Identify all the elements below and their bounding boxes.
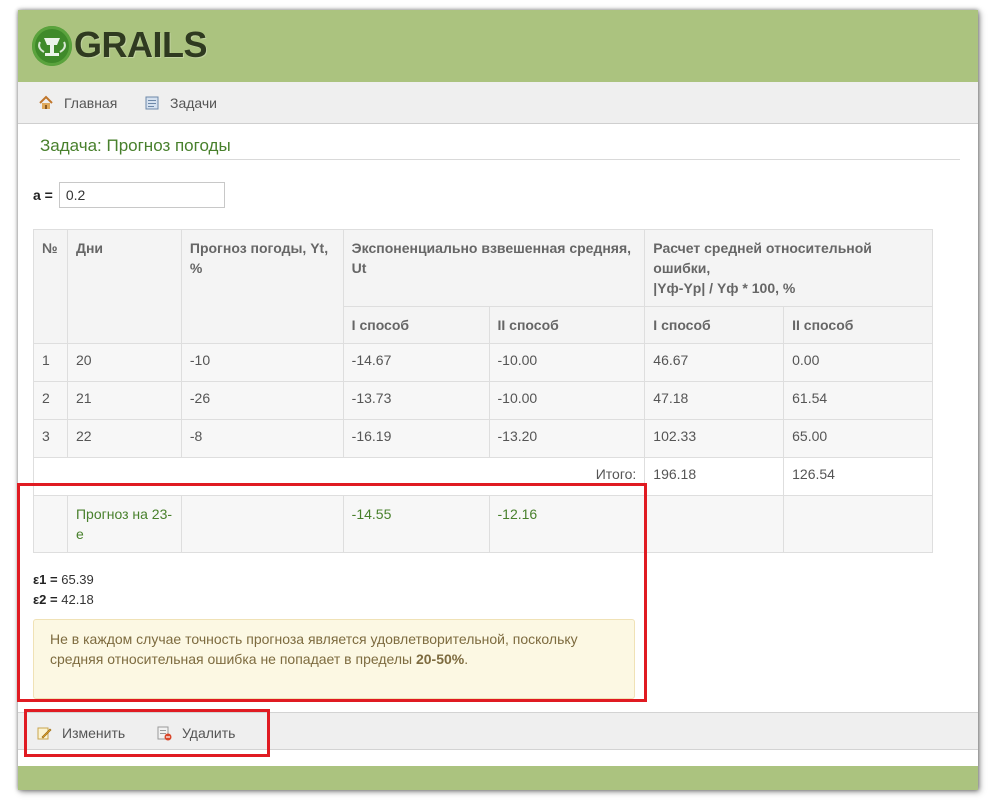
delete-label: Удалить — [182, 725, 236, 741]
cell-yt: -26 — [180, 381, 344, 420]
cell-u1: -13.73 — [342, 381, 490, 420]
nav-tasks-label: Задачи — [170, 95, 218, 111]
cell-empty — [33, 495, 68, 553]
header-days: Дни — [66, 229, 182, 344]
alpha-label: a = — [33, 187, 53, 203]
cell-e1: 47.18 — [644, 381, 785, 420]
list-icon — [144, 95, 160, 111]
cell-num: 3 — [33, 419, 68, 458]
cell-e1: 102.33 — [644, 419, 785, 458]
forecast-table: № Дни Прогноз погоды, Yt, % Экспоненциал… — [32, 229, 933, 553]
cell-day: 22 — [66, 419, 182, 458]
cell-e1: 46.67 — [644, 343, 785, 382]
delete-button[interactable]: Удалить — [156, 725, 235, 741]
nav-tasks[interactable]: Задачи — [144, 94, 217, 112]
cell-u1: -14.67 — [342, 343, 490, 382]
table-row: 2 21 -26 -13.73 -10.00 47.18 61.54 — [33, 381, 933, 420]
table-row: 3 22 -8 -16.19 -13.20 102.33 65.00 — [33, 419, 933, 458]
cell-u2: -10.00 — [488, 343, 646, 382]
header-forecast: Прогноз погоды, Yt, % — [180, 229, 344, 344]
header-ewma: Экспоненциально взвешенная средняя, Ut — [342, 229, 646, 307]
cell-empty — [783, 495, 933, 553]
nav-home[interactable]: Главная — [38, 94, 117, 112]
cell-u2: -13.20 — [488, 419, 646, 458]
cell-empty — [180, 495, 344, 553]
cell-yt: -8 — [180, 419, 344, 458]
total-row: Итого: 196.18 126.54 — [32, 457, 933, 496]
app-window: GRAILS Главная Задачи Задача: Прогноз по… — [18, 10, 978, 790]
header-error-method1: I способ — [644, 306, 785, 344]
total-label: Итого: — [32, 457, 646, 496]
epsilon-1: ε1 = 65.39 — [33, 570, 94, 590]
cell-e2: 61.54 — [783, 381, 933, 420]
total-e1: 196.18 — [644, 457, 785, 496]
cell-e2: 65.00 — [783, 419, 933, 458]
header-error: Расчет средней относительной ошибки, |Yф… — [644, 229, 933, 307]
epsilon-1-value: 65.39 — [61, 572, 94, 587]
cell-num: 2 — [33, 381, 68, 420]
forecast-label: Прогноз на 23-е — [66, 495, 182, 553]
accuracy-alert: Не в каждом случае точность прогноза явл… — [33, 619, 635, 699]
forecast-u1: -14.55 — [342, 495, 490, 553]
header-ewma-method1: I способ — [342, 306, 490, 344]
epsilon-1-label: ε1 = — [33, 572, 58, 587]
header-error-method2: II способ — [783, 306, 933, 344]
header: GRAILS — [18, 10, 978, 82]
alert-end: . — [464, 651, 469, 667]
table-row: 1 20 -10 -14.67 -10.00 46.67 0.00 — [33, 343, 933, 382]
cell-yt: -10 — [180, 343, 344, 382]
cell-e2: 0.00 — [783, 343, 933, 382]
cell-u2: -10.00 — [488, 381, 646, 420]
delete-icon — [156, 725, 172, 741]
epsilon-2: ε2 = 42.18 — [33, 590, 94, 610]
cell-empty — [644, 495, 785, 553]
header-error-line1: Расчет средней относительной ошибки, — [653, 240, 872, 276]
cell-num: 1 — [33, 343, 68, 382]
alert-text: Не в каждом случае точность прогноза явл… — [50, 631, 578, 667]
logo-text[interactable]: GRAILS — [74, 24, 208, 66]
home-icon — [38, 95, 54, 111]
alert-range: 20-50% — [415, 651, 465, 667]
header-ewma-method2: II способ — [488, 306, 646, 344]
header-error-line2: |Yф-Yр| / Yф * 100, % — [653, 280, 796, 296]
forecast-u2: -12.16 — [488, 495, 646, 553]
cell-u1: -16.19 — [342, 419, 490, 458]
edit-icon — [36, 725, 52, 741]
top-nav: Главная Задачи — [18, 82, 978, 124]
edit-label: Изменить — [62, 725, 126, 741]
total-e2: 126.54 — [783, 457, 933, 496]
alpha-input[interactable] — [58, 182, 225, 208]
epsilon-block: ε1 = 65.39 ε2 = 42.18 — [33, 570, 94, 610]
alpha-parameter: a = — [33, 182, 225, 208]
grails-logo-icon — [32, 26, 72, 66]
edit-button[interactable]: Изменить — [36, 725, 125, 741]
epsilon-2-label: ε2 = — [33, 592, 58, 607]
nav-home-label: Главная — [64, 95, 118, 111]
epsilon-2-value: 42.18 — [61, 592, 94, 607]
header-num: № — [33, 229, 68, 344]
cell-day: 21 — [66, 381, 182, 420]
action-bar: Изменить Удалить — [18, 712, 978, 750]
forecast-row: Прогноз на 23-е -14.55 -12.16 — [33, 495, 933, 553]
footer — [18, 766, 978, 790]
cell-day: 20 — [66, 343, 182, 382]
page-title: Задача: Прогноз погоды — [40, 136, 960, 160]
